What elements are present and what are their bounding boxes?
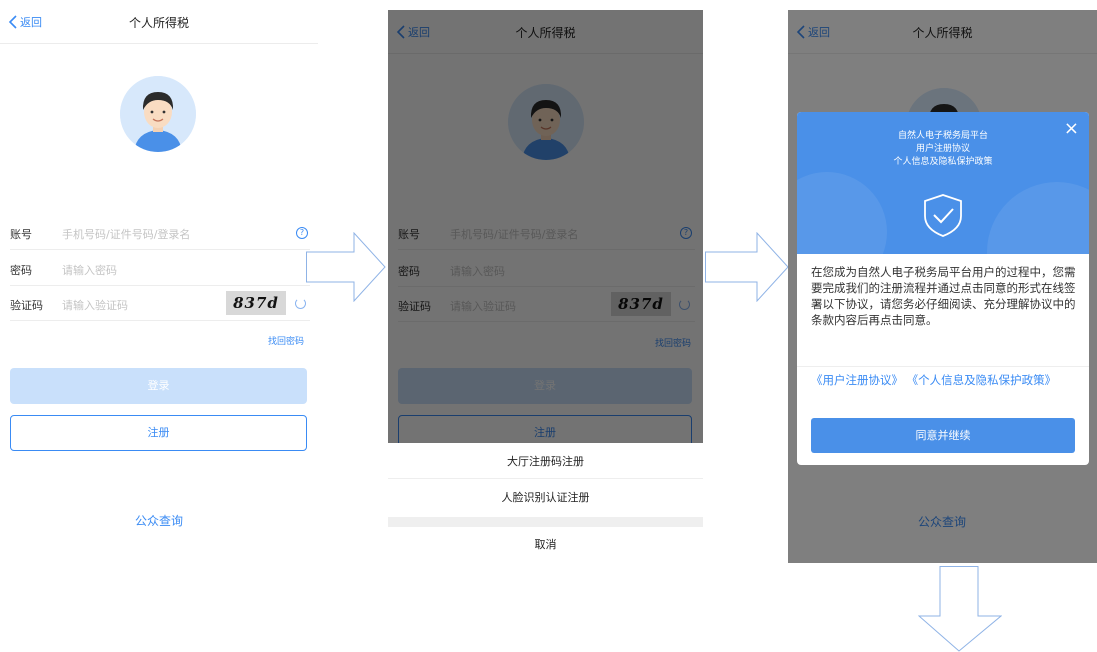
agreement-dialog: × 自然人电子税务局平台 用户注册协议 个人信息及隐私保护政策 在您成为自然人电…	[797, 112, 1089, 465]
agree-continue-button[interactable]: 同意并继续	[811, 418, 1075, 453]
account-label: 账号	[10, 228, 32, 241]
public-query-link[interactable]: 公众查询	[109, 512, 209, 529]
captcha-label: 验证码	[10, 299, 43, 312]
user-agreement-link[interactable]: 《用户注册协议》	[811, 373, 903, 387]
dialog-header: × 自然人电子税务局平台 用户注册协议 个人信息及隐私保护政策	[797, 112, 1089, 254]
header-decoration	[797, 172, 887, 254]
overlay[interactable]	[388, 10, 703, 443]
password-input[interactable]: 请输入密码	[62, 262, 117, 278]
captcha-row[interactable]: 验证码 请输入验证码 837d	[10, 287, 310, 321]
login-screen: 返回 个人所得税 账号 手机号码/证件号码/登录名 ? 密码 请输入密码 验证码…	[0, 0, 318, 560]
account-input[interactable]: 手机号码/证件号码/登录名	[62, 226, 190, 242]
account-row[interactable]: 账号 手机号码/证件号码/登录名 ?	[10, 216, 310, 250]
sheet-separator	[388, 517, 703, 527]
privacy-policy-link[interactable]: 《个人信息及隐私保护政策》	[907, 373, 1057, 387]
dialog-title-line-3: 个人信息及隐私保护政策	[893, 157, 993, 167]
nav-bar: 返回 个人所得税	[0, 0, 318, 44]
sheet-item-hall-code-register[interactable]: 大厅注册码注册	[388, 445, 703, 479]
captcha-image[interactable]: 837d	[226, 291, 286, 315]
flow-arrow-icon	[705, 232, 789, 302]
agreement-links: 《用户注册协议》 《个人信息及隐私保护政策》	[811, 372, 1081, 388]
flow-arrow-icon	[306, 232, 386, 302]
sheet-item-face-register[interactable]: 人脸识别认证注册	[388, 481, 703, 515]
refresh-icon[interactable]	[295, 298, 306, 309]
register-button[interactable]: 注册	[10, 415, 307, 451]
page-title: 个人所得税	[128, 16, 189, 30]
dialog-title-line-1: 自然人电子税务局平台	[897, 131, 988, 141]
flow-arrow-icon	[918, 566, 1002, 652]
sheet-cancel-button[interactable]: 取消	[388, 528, 703, 562]
password-row[interactable]: 密码 请输入密码	[10, 252, 310, 286]
password-label: 密码	[10, 264, 32, 277]
captcha-input[interactable]: 请输入验证码	[62, 297, 128, 313]
dialog-body-text: 在您成为自然人电子税务局平台用户的过程中，您需要完成我们的注册流程并通过点击同意…	[811, 265, 1076, 327]
dialog-title-line-2: 用户注册协议	[915, 144, 970, 154]
avatar	[120, 76, 196, 152]
action-sheet: 大厅注册码注册 人脸识别认证注册 取消	[388, 443, 703, 563]
divider	[797, 366, 1089, 367]
forgot-password-link[interactable]: 找回密码	[268, 334, 304, 347]
shield-check-icon	[924, 194, 962, 237]
header-decoration	[987, 182, 1089, 254]
login-button[interactable]: 登录	[10, 368, 307, 404]
